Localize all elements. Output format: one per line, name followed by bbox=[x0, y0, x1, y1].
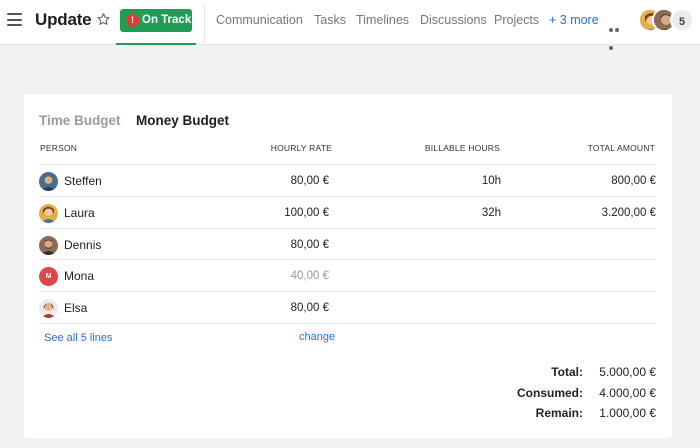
total-amount: 800,00 € bbox=[611, 175, 656, 187]
tab-money-budget[interactable]: Money Budget bbox=[136, 113, 229, 128]
remain-value: 1.000,00 € bbox=[599, 406, 656, 420]
avatar bbox=[39, 204, 58, 223]
column-header-hourly-rate: HOURLY RATE bbox=[270, 143, 332, 153]
hourly-rate: 40,00 € bbox=[290, 270, 329, 282]
divider bbox=[204, 6, 205, 44]
tab-timelines[interactable]: Timelines bbox=[356, 13, 409, 27]
hourly-rate: 80,00 € bbox=[290, 302, 329, 314]
avatar bbox=[39, 172, 58, 191]
billable-hours: 32h bbox=[481, 207, 501, 219]
member-count: 5 bbox=[670, 8, 694, 32]
see-all-lines-link[interactable]: See all 5 lines bbox=[44, 332, 113, 344]
star-icon[interactable] bbox=[96, 12, 111, 27]
tab-communication[interactable]: Communication bbox=[216, 13, 303, 27]
consumed-row: Consumed: 4.000,00 € bbox=[456, 386, 656, 404]
avatar bbox=[39, 299, 58, 318]
column-header-total-amount: TOTAL AMOUNT bbox=[587, 143, 655, 153]
total-label: Total: bbox=[551, 365, 583, 379]
status-label: On Track bbox=[142, 14, 192, 26]
consumed-label: Consumed: bbox=[517, 386, 583, 400]
table-row[interactable]: Dennis 80,00 € bbox=[39, 229, 656, 261]
billable-hours: 10h bbox=[481, 175, 501, 187]
person-name: Steffen bbox=[64, 174, 102, 188]
change-rates-link[interactable]: change bbox=[299, 331, 335, 343]
avatar bbox=[39, 236, 58, 255]
tab-projects[interactable]: Projects bbox=[494, 13, 539, 27]
person-name: Mona bbox=[64, 269, 95, 283]
hourly-rate: 80,00 € bbox=[290, 239, 329, 251]
remain-label: Remain: bbox=[535, 406, 583, 420]
hourly-rate: 80,00 € bbox=[290, 175, 329, 187]
table-row[interactable]: Laura 100,00 € 32h 3.200,00 € bbox=[39, 197, 656, 229]
budget-card: Time Budget Money Budget PERSON HOURLY R… bbox=[24, 94, 672, 438]
consumed-value: 4.000,00 € bbox=[599, 386, 656, 400]
tab-tasks[interactable]: Tasks bbox=[314, 13, 346, 27]
active-underline bbox=[116, 43, 196, 45]
more-tabs-link[interactable]: + 3 more bbox=[549, 13, 599, 27]
tab-time-budget[interactable]: Time Budget bbox=[39, 113, 121, 128]
hourly-rate: 100,00 € bbox=[284, 207, 329, 219]
person-name: Elsa bbox=[64, 301, 88, 315]
table-row[interactable]: Elsa 80,00 € bbox=[39, 292, 656, 324]
more-options-icon[interactable] bbox=[609, 19, 625, 50]
person-name: Laura bbox=[64, 206, 95, 220]
divider bbox=[39, 323, 656, 324]
remain-row: Remain: 1.000,00 € bbox=[456, 406, 656, 424]
table-row[interactable]: Steffen 80,00 € 10h 800,00 € bbox=[39, 165, 656, 197]
total-value: 5.000,00 € bbox=[599, 365, 656, 379]
table-row[interactable]: M Mona 40,00 € bbox=[39, 260, 656, 292]
avatar: M bbox=[39, 267, 58, 286]
total-amount: 3.200,00 € bbox=[601, 207, 656, 219]
alert-icon: ! bbox=[126, 14, 139, 27]
column-header-billable-hours: BILLABLE HOURS bbox=[424, 143, 500, 153]
status-badge[interactable]: ! On Track bbox=[120, 9, 192, 32]
total-row: Total: 5.000,00 € bbox=[456, 365, 656, 383]
column-header-person: PERSON bbox=[40, 143, 78, 153]
member-avatars[interactable]: 5 bbox=[638, 8, 698, 32]
person-name: Dennis bbox=[64, 238, 102, 252]
top-bar: Update ! On Track Communication Tasks Ti… bbox=[0, 0, 700, 50]
page-title: Update bbox=[35, 10, 92, 29]
menu-icon[interactable] bbox=[7, 13, 22, 26]
tab-discussions[interactable]: Discussions bbox=[420, 13, 487, 27]
